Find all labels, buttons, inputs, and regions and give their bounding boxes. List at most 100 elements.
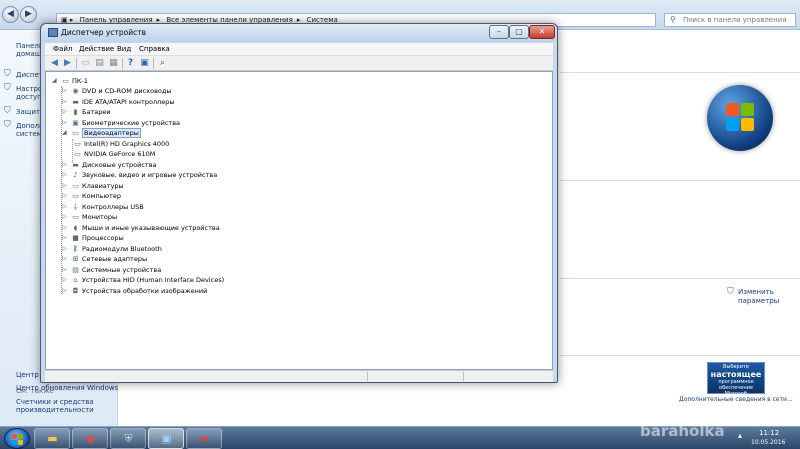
expand-arrow-icon[interactable]: ▷ — [62, 202, 70, 212]
genuine-more-info-link[interactable]: Дополнительные сведения в сети... — [679, 396, 793, 403]
list-icon[interactable]: ▦ — [108, 58, 119, 69]
tree-item-label: Устройства обработки изображений — [82, 286, 208, 295]
expand-arrow-icon[interactable]: ▷ — [62, 170, 70, 180]
divider — [560, 180, 800, 181]
help-icon[interactable]: ? — [125, 58, 136, 69]
menu-action[interactable]: Действие — [79, 45, 114, 53]
tree-item[interactable]: ▷ ᛒ Радиомодули Bluetooth — [62, 244, 362, 254]
clock-time[interactable]: 11:12 — [759, 429, 779, 437]
sidebar-link-action-center[interactable]: Центр — [16, 371, 39, 379]
expand-arrow-icon[interactable]: ▷ — [62, 212, 70, 222]
tree-item[interactable]: ▷ ▮ Батареи — [62, 107, 362, 117]
tree-item[interactable]: ▷ ▭ Компьютер — [62, 191, 362, 201]
tree-item-label: Системные устройства — [82, 265, 162, 274]
search-input[interactable]: Поиск в панели управления — [664, 13, 796, 27]
properties-icon[interactable]: ▭ — [80, 58, 91, 69]
tree-item[interactable]: ▷ ◘ Устройства обработки изображений — [62, 286, 362, 296]
start-flag-green — [18, 434, 23, 439]
network-adapter-icon: ⊞ — [72, 255, 79, 263]
watermark-text: baraholka — [640, 422, 725, 440]
nav-buttons: ◀ ▶ — [2, 6, 37, 24]
clock-date[interactable]: 10.05.2016 — [751, 439, 785, 446]
maximize-button[interactable]: ▢ — [509, 25, 529, 39]
tree-item[interactable]: ▷ ▭ Мониторы — [62, 212, 362, 222]
collapse-arrow-icon[interactable]: ◢ — [52, 76, 60, 86]
tree-item-label: Биометрические устройства — [82, 118, 181, 127]
taskbar-explorer[interactable]: ▬ — [34, 428, 70, 449]
close-button[interactable]: ✕ — [529, 25, 555, 39]
sidebar-link-performance[interactable]: Счетчики и средства производительности — [16, 398, 94, 414]
tree-item-label: DVD и CD-ROM дисководы — [82, 87, 172, 95]
search-icon: ⚲ — [670, 15, 676, 24]
refresh-view-icon[interactable]: ▤ — [94, 58, 105, 69]
taskbar-game[interactable]: ⛨ — [110, 428, 146, 449]
device-manager-window: Диспетчер устройств – ▢ ✕ Файл Действие … — [40, 23, 558, 383]
taskbar-control-panel[interactable]: ▣ — [148, 428, 184, 449]
computer-icon: ▭ — [72, 192, 79, 200]
tree-item[interactable]: ▷ ▣ Биометрические устройства — [62, 118, 362, 128]
tree-item[interactable]: ▷ ▤ Системные устройства — [62, 265, 362, 275]
tree-child-item[interactable]: ▭ NVIDIA GeForce 610M — [73, 149, 373, 159]
tree-root[interactable]: ◢ ▭ ПК-1 — [52, 76, 252, 86]
back-arrow-icon[interactable]: ◀ — [49, 58, 60, 69]
collapse-arrow-icon[interactable]: ◢ — [62, 128, 70, 138]
tree-item-label: Мыши и иные указывающие устройства — [82, 223, 220, 232]
expand-arrow-icon[interactable]: ▷ — [62, 160, 70, 170]
sidebar-item-device-manager[interactable]: Диспет — [16, 71, 43, 79]
expand-arrow-icon[interactable]: ▷ — [62, 181, 70, 191]
tree-item-label: IDE ATA/ATAPI контроллеры — [82, 97, 175, 106]
processor-icon: ■ — [72, 234, 79, 242]
tree-item[interactable]: ▷ ◖ Мыши и иные указывающие устройства — [62, 223, 362, 233]
minimize-button[interactable]: – — [489, 25, 509, 39]
menu-view[interactable]: Вид — [117, 45, 131, 53]
title-bar[interactable]: Диспетчер устройств – ▢ ✕ — [41, 24, 557, 42]
expand-arrow-icon[interactable]: ▷ — [62, 233, 70, 243]
start-button[interactable] — [4, 428, 30, 449]
back-button[interactable]: ◀ — [2, 6, 19, 23]
expand-arrow-icon[interactable]: ▷ — [62, 118, 70, 128]
tree-item-selected[interactable]: ◢ ▭ Видеоадаптеры — [62, 128, 362, 138]
tree-item[interactable]: ▷ ▭ Клавиатуры — [62, 181, 362, 191]
expand-arrow-icon[interactable]: ▷ — [62, 86, 70, 96]
change-settings-link[interactable]: Изменить параметры — [738, 288, 800, 306]
toolbar: ◀ ▶ ▭ ▤ ▦ ? ▣ ⌕ — [45, 56, 553, 71]
expand-arrow-icon[interactable]: ▷ — [62, 97, 70, 107]
tree-item-label: Сетевые адаптеры — [82, 255, 148, 263]
tree-item[interactable]: ▷ ▬ Дисковые устройства — [62, 160, 362, 170]
taskbar-chrome[interactable]: ◉ — [72, 428, 108, 449]
divider — [560, 355, 800, 356]
expand-arrow-icon[interactable]: ▷ — [62, 286, 70, 296]
expand-arrow-icon[interactable]: ▷ — [62, 254, 70, 264]
expand-arrow-icon[interactable]: ▷ — [62, 107, 70, 117]
toolbar-separator — [76, 58, 77, 69]
tree-item-label: Дисковые устройства — [82, 160, 157, 169]
tree-item[interactable]: ▷ ■ Процессоры — [62, 233, 362, 243]
taskbar-toolbox[interactable]: ▰ — [186, 428, 222, 449]
tray-expand-icon[interactable]: ▴ — [738, 431, 742, 440]
expand-arrow-icon[interactable]: ▷ — [62, 244, 70, 254]
expand-arrow-icon[interactable]: ▷ — [62, 265, 70, 275]
expand-arrow-icon[interactable]: ▷ — [62, 275, 70, 285]
divider — [560, 72, 800, 73]
menu-file[interactable]: Файл — [53, 45, 72, 53]
help-book-icon[interactable]: ▣ — [139, 58, 150, 69]
folder-icon: ▬ — [47, 432, 58, 445]
sidebar-link-windows-update[interactable]: Центр обновления Windows — [16, 384, 118, 392]
scan-hardware-icon[interactable]: ⌕ — [157, 58, 168, 69]
tree-child-item[interactable]: ▭ Intel(R) HD Graphics 4000 — [73, 139, 373, 149]
tree-item-label: Радиомодули Bluetooth — [82, 244, 162, 253]
forward-button[interactable]: ▶ — [20, 6, 37, 23]
tree-item-label: Процессоры — [82, 234, 124, 242]
menu-help[interactable]: Справка — [139, 45, 170, 53]
forward-arrow-icon[interactable]: ▶ — [62, 58, 73, 69]
tree-item[interactable]: ▷ ⌂ Устройства HID (Human Interface Devi… — [62, 275, 362, 285]
start-flag-red — [12, 434, 17, 439]
tree-item[interactable]: ▷ ⊞ Сетевые адаптеры — [62, 254, 362, 264]
tree-item[interactable]: ▷ ♪ Звуковые, видео и игровые устройства — [62, 170, 362, 180]
tree-item[interactable]: ▷ ◉ DVD и CD-ROM дисководы — [62, 86, 362, 96]
tree-item[interactable]: ▷ ▬ IDE ATA/ATAPI контроллеры — [62, 97, 362, 107]
expand-arrow-icon[interactable]: ▷ — [62, 191, 70, 201]
logo-flag-green — [741, 103, 754, 116]
tree-item[interactable]: ▷ ⏚ Контроллеры USB — [62, 202, 362, 212]
expand-arrow-icon[interactable]: ▷ — [62, 223, 70, 233]
